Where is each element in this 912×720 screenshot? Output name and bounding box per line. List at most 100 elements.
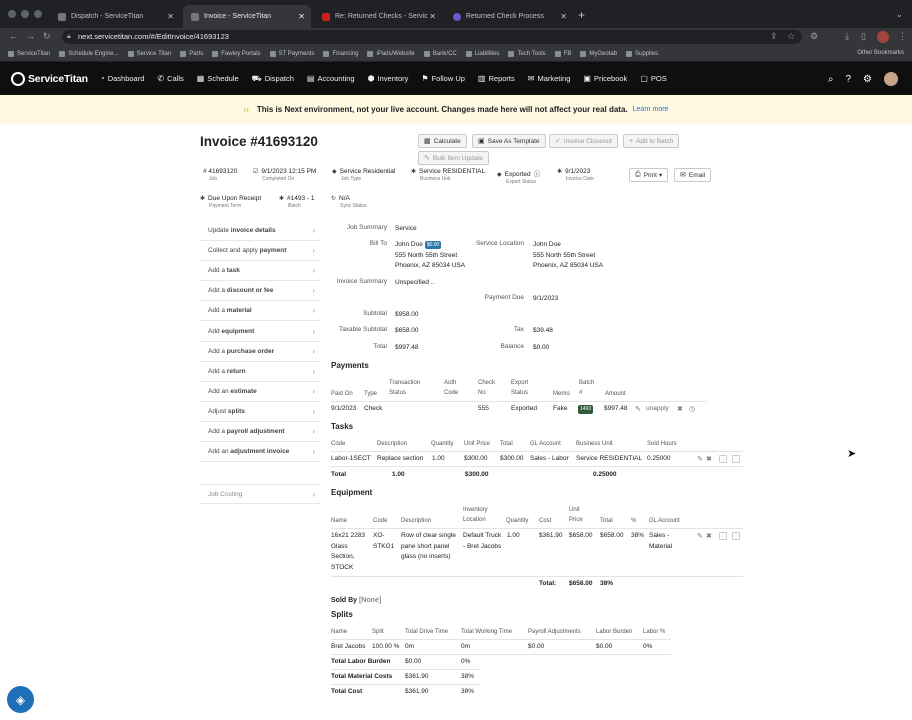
close-window-button[interactable]	[8, 10, 16, 18]
browser-tab-dispatch[interactable]: Dispatch - ServiceTitan ✕	[50, 5, 180, 28]
nav-reports[interactable]: ▥ Reports	[478, 74, 515, 83]
add-purchase-order-link[interactable]: Add a purchase order ›	[200, 342, 320, 362]
add-task-link[interactable]: Add a task ›	[200, 261, 320, 282]
add-to-batch-button[interactable]: + Add to Batch	[623, 134, 680, 148]
add-return-link[interactable]: Add a return ›	[200, 362, 320, 382]
bookmark-item[interactable]: FB	[554, 50, 571, 57]
unapply-link[interactable]: unapply	[646, 404, 669, 415]
reload-icon[interactable]: ↻	[43, 31, 51, 42]
forward-arrow-icon[interactable]: →	[26, 31, 35, 41]
bookmark-item[interactable]: Financing	[323, 50, 358, 57]
browser-menu-icon[interactable]: ⋮	[898, 31, 907, 42]
col-labor-percent: Labor %	[643, 629, 666, 635]
edit-pencil-icon[interactable]: ✎	[697, 455, 703, 463]
back-arrow-icon[interactable]: ←	[9, 31, 18, 41]
bookmark-item[interactable]: Schedule Engine...	[59, 50, 119, 57]
adjust-splits-link[interactable]: Adjust splits ›	[200, 402, 320, 422]
bookmark-item[interactable]: iPads/Website	[367, 50, 415, 57]
email-button[interactable]: ✉ Email	[674, 168, 712, 182]
bookmark-item[interactable]: Fawley Portals	[212, 50, 261, 57]
payment-export-status: Exported	[511, 405, 538, 412]
user-avatar[interactable]	[884, 72, 898, 86]
move-down-icon[interactable]: ↓	[719, 455, 727, 463]
browser-tab-returned-checks[interactable]: Re: Returned Checks - Servic ✕	[314, 5, 442, 28]
nav-pricebook[interactable]: ▣ Pricebook	[583, 74, 627, 83]
bookmark-item[interactable]: Service Titan	[127, 50, 171, 57]
subtotal-value: $958.00	[395, 311, 419, 318]
bookmark-star-icon[interactable]: ☆	[787, 31, 795, 42]
move-up-icon[interactable]: ↑	[732, 455, 740, 463]
browser-tab-invoice[interactable]: Invoice - ServiceTitan ✕	[183, 5, 311, 28]
delete-x-icon[interactable]: ✖	[677, 405, 683, 413]
help-icon[interactable]: ?	[845, 74, 851, 85]
bookmark-item[interactable]: Tech Tools	[508, 50, 546, 57]
chevron-right-icon: ›	[312, 286, 315, 296]
add-material-link[interactable]: Add a material ›	[200, 301, 320, 322]
delete-x-icon[interactable]: ✖	[706, 532, 712, 540]
col-gl-account: GL Account	[649, 518, 680, 524]
search-icon[interactable]: ⌕	[828, 74, 834, 85]
bookmark-item[interactable]: Supplies	[626, 50, 658, 57]
history-clock-icon[interactable]: ◷	[689, 405, 695, 413]
printer-icon: ⎙	[635, 171, 641, 178]
update-invoice-details-link[interactable]: Update invoice details ›	[200, 221, 320, 242]
browser-tab-returned-check-process[interactable]: Returned Check Process ✕	[445, 5, 573, 28]
download-icon[interactable]: ⤓	[845, 31, 849, 42]
tab-search-chevron-icon[interactable]: ⌄	[896, 10, 903, 19]
close-tab-icon[interactable]: ✕	[167, 12, 174, 21]
nav-follow-up[interactable]: ⚑ Follow Up	[421, 74, 465, 83]
nav-inventory[interactable]: ⬢ Inventory	[368, 74, 409, 83]
print-button[interactable]: ⎙ Print ▾	[629, 168, 669, 182]
nav-calls[interactable]: ✆ Calls	[157, 74, 183, 83]
add-discount-link[interactable]: Add a discount or fee ›	[200, 281, 320, 302]
nav-marketing[interactable]: ✉ Marketing	[528, 74, 571, 83]
nav-schedule[interactable]: ▦ Schedule	[197, 74, 239, 83]
bulk-item-update-button[interactable]: ✎ Bulk Item Update	[418, 151, 489, 165]
servicetitan-logo[interactable]: ServiceTitan	[11, 71, 88, 86]
bookmark-item[interactable]: MyGeotab	[580, 50, 617, 57]
payment-batch[interactable]: 1493	[578, 404, 594, 415]
nav-dashboard[interactable]: ◔ Dashboard	[100, 74, 145, 83]
extensions-icon[interactable]: ⚙	[810, 31, 818, 42]
bookmark-item[interactable]: Parts	[180, 50, 203, 57]
nav-pos[interactable]: ▢ POS	[640, 74, 666, 83]
collect-payment-link[interactable]: Collect and apply payment ›	[200, 241, 320, 262]
side-panel-icon[interactable]: ▯	[861, 31, 866, 42]
new-tab-icon[interactable]: +	[578, 8, 585, 22]
learn-more-link[interactable]: Learn more	[633, 106, 669, 113]
bookmark-item[interactable]: Liabilities	[465, 50, 499, 57]
move-up-icon[interactable]: ↑	[732, 532, 740, 540]
address-bar[interactable]: 🔒︎ next.servicetitan.com/#/EditInvoice/4…	[62, 30, 802, 44]
add-equipment-link[interactable]: Add equipment ›	[200, 321, 320, 342]
bookmark-item[interactable]: Bank/CC	[423, 50, 457, 57]
other-bookmarks[interactable]: Other Bookmarks	[857, 50, 904, 56]
share-icon[interactable]: ⇪	[770, 31, 778, 42]
sold-by-value[interactable]: [None]	[359, 597, 381, 604]
maximize-window-button[interactable]	[34, 10, 42, 18]
nav-dispatch[interactable]: ⛟ Dispatch	[252, 74, 294, 84]
add-estimate-link[interactable]: Add an estimate ›	[200, 382, 320, 402]
calculate-button[interactable]: ▦ Calculate	[418, 134, 467, 148]
header-tools: ⌕ ? ⚙	[816, 72, 898, 86]
help-stack-icon[interactable]: ◈	[7, 686, 34, 713]
save-as-template-button[interactable]: ▣ Save As Template	[472, 134, 546, 148]
invoice-closeout-button[interactable]: ✓ Invoice Closeout	[549, 134, 618, 148]
close-tab-icon[interactable]: ✕	[560, 12, 567, 21]
info-icon[interactable]: ⓘ	[534, 171, 541, 178]
add-adjustment-invoice-link[interactable]: Add an adjustment invoice ›	[200, 442, 320, 463]
nav-accounting[interactable]: ▤ Accounting	[307, 74, 355, 83]
edit-pencil-icon[interactable]: ✎	[697, 532, 703, 540]
close-tab-icon[interactable]: ✕	[429, 12, 436, 21]
job-costing-link[interactable]: Job Costing ›	[200, 484, 320, 504]
delete-x-icon[interactable]: ✖	[706, 455, 712, 463]
minimize-window-button[interactable]	[21, 10, 29, 18]
browser-profile-avatar[interactable]	[877, 31, 889, 43]
move-down-icon[interactable]: ↓	[719, 532, 727, 540]
add-payroll-adjustment-link[interactable]: Add a payroll adjustment ›	[200, 422, 320, 443]
close-tab-icon[interactable]: ✕	[298, 12, 305, 21]
settings-gear-icon[interactable]: ⚙	[863, 74, 872, 85]
bookmark-item[interactable]: ST Payments	[269, 50, 314, 57]
batch-badge[interactable]: 1493	[578, 405, 594, 414]
edit-pencil-icon[interactable]: ✎	[635, 405, 641, 413]
bookmark-item[interactable]: ServiceTitan	[8, 50, 50, 57]
